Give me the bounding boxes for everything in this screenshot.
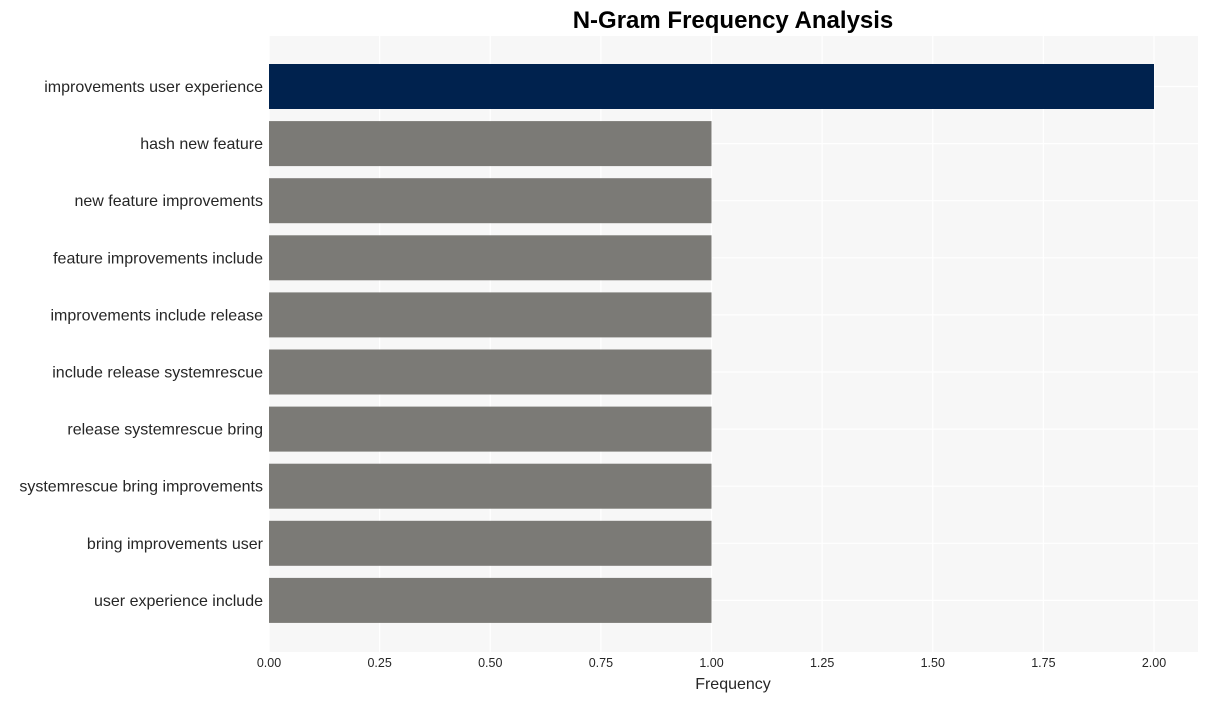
y-tick-label: hash new feature — [140, 136, 263, 153]
y-tick-label: user experience include — [94, 593, 263, 610]
y-tick-label: new feature improvements — [74, 193, 263, 210]
bar — [269, 349, 712, 395]
bar — [269, 463, 712, 509]
y-tick-label: release systemrescue bring — [67, 422, 263, 439]
x-tick-label: 1.25 — [810, 656, 834, 670]
bar — [269, 577, 712, 623]
y-tick-label: systemrescue bring improvements — [19, 479, 263, 496]
bar — [269, 64, 1154, 109]
bar — [269, 178, 712, 224]
x-axis-label: Frequency — [695, 676, 771, 693]
chart-title: N-Gram Frequency Analysis — [573, 7, 894, 34]
x-tick-label: 1.50 — [921, 656, 945, 670]
y-tick-labels: improvements user experience hash new fea… — [19, 79, 263, 610]
y-tick-label: feature improvements include — [53, 250, 263, 267]
bar — [269, 292, 712, 338]
x-tick-label: 0.75 — [589, 656, 613, 670]
x-tick-label: 0.50 — [478, 656, 502, 670]
x-tick-label: 2.00 — [1142, 656, 1166, 670]
y-tick-label: improvements user experience — [44, 79, 263, 96]
bar — [269, 406, 712, 452]
x-tick-label: 1.00 — [699, 656, 723, 670]
bar — [269, 121, 712, 167]
x-tick-label: 1.75 — [1031, 656, 1055, 670]
x-tick-labels: 0.00 0.25 0.50 0.75 1.00 1.25 1.50 1.75 2.00 — [257, 656, 1166, 670]
ngram-bar-chart: improvements user experience hash new fea… — [19, 7, 1198, 693]
y-tick-label: improvements include release — [50, 307, 263, 324]
x-tick-label: 0.25 — [367, 656, 391, 670]
y-tick-label: include release systemrescue — [52, 365, 263, 382]
bar — [269, 520, 712, 566]
bar — [269, 235, 712, 281]
y-tick-label: bring improvements user — [87, 536, 264, 553]
x-tick-label: 0.00 — [257, 656, 281, 670]
